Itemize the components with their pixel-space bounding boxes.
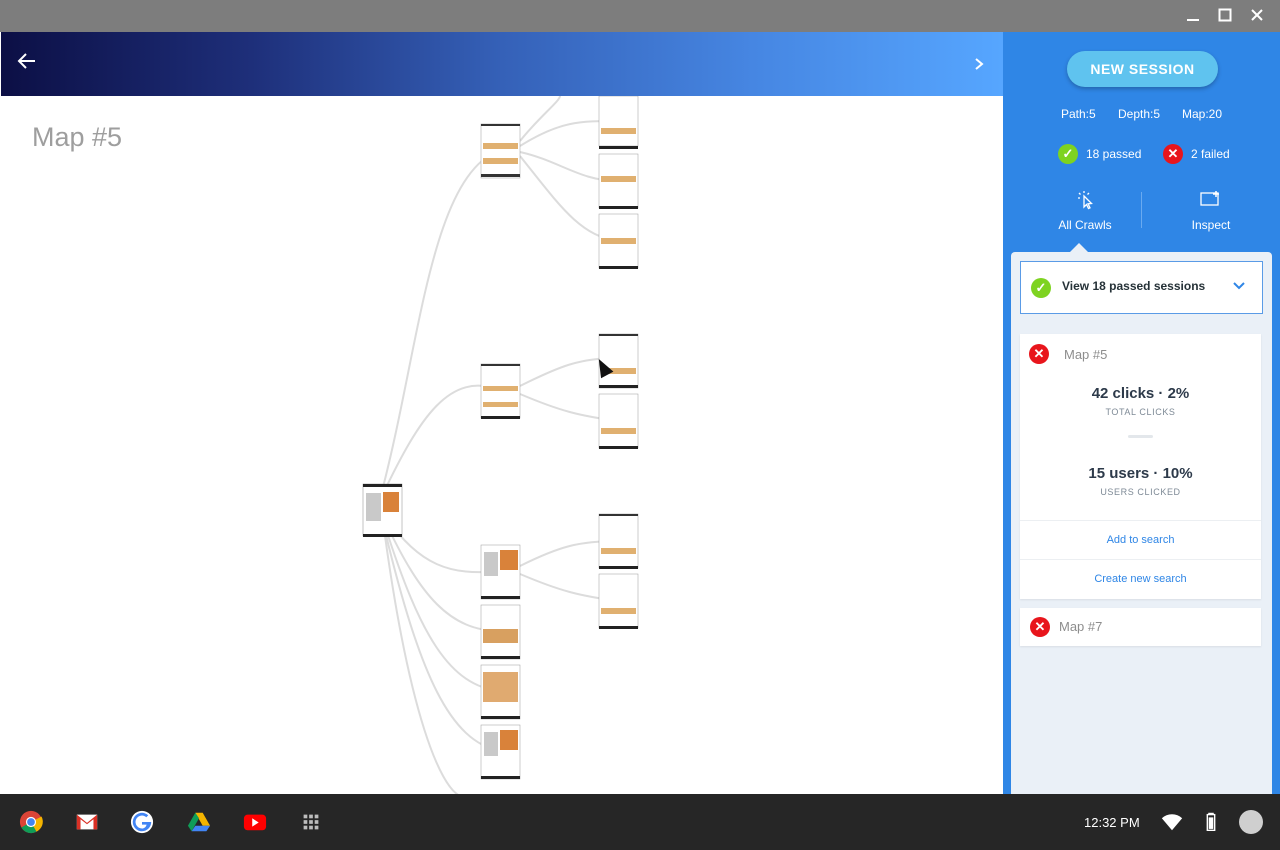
x-circle-icon: ✕ xyxy=(1029,344,1049,364)
app-header xyxy=(1,32,1003,96)
add-screen-icon xyxy=(1200,191,1219,206)
pointer-click-icon xyxy=(1078,191,1093,210)
add-to-search-link[interactable]: Add to search xyxy=(1020,520,1261,559)
wifi-icon[interactable] xyxy=(1159,810,1185,834)
path-stat: Path:5 xyxy=(1061,107,1096,121)
chrome-icon[interactable] xyxy=(18,810,44,834)
users-caption: USERS CLICKED xyxy=(1100,487,1181,497)
failed-count: 2 failed xyxy=(1191,147,1230,161)
map-canvas[interactable]: Map #5 xyxy=(0,96,1003,794)
tab-all-crawls-label: All Crawls xyxy=(1058,218,1112,232)
users-metric: 15 users · 10% USERS CLICKED xyxy=(1020,465,1261,497)
user-avatar[interactable] xyxy=(1239,810,1263,834)
tab-all-crawls[interactable]: All Crawls xyxy=(1035,190,1135,232)
depth-stat: Depth:5 xyxy=(1118,107,1161,121)
google-icon[interactable] xyxy=(129,810,155,834)
maximize-icon[interactable] xyxy=(1211,4,1239,28)
close-icon[interactable] xyxy=(1243,4,1271,28)
x-circle-icon: ✕ xyxy=(1163,144,1183,164)
app-launcher-icon[interactable] xyxy=(298,810,324,834)
window-titlebar xyxy=(0,0,1280,32)
chevron-right-icon[interactable] xyxy=(967,52,991,76)
drive-icon[interactable] xyxy=(186,810,212,834)
session-name: Map #7 xyxy=(1059,619,1103,634)
crawl-map-graph[interactable] xyxy=(0,96,1003,794)
sessions-list: ✓ View 18 passed sessions ✕ Map #5 42 cl… xyxy=(1011,252,1272,794)
check-circle-icon: ✓ xyxy=(1058,144,1078,164)
create-new-search-link[interactable]: Create new search xyxy=(1020,559,1261,598)
battery-icon[interactable] xyxy=(1198,810,1224,834)
screen: Map #5 NEW SESSION Path:5 Depth:5 Map:20… xyxy=(0,0,1280,850)
clicks-metric: 42 clicks · 2% TOTAL CLICKS xyxy=(1020,385,1261,417)
check-circle-icon: ✓ xyxy=(1031,278,1051,298)
arrow-left-icon[interactable] xyxy=(13,50,41,78)
youtube-icon[interactable] xyxy=(242,810,268,834)
minimize-icon[interactable] xyxy=(1179,4,1207,28)
clock[interactable]: 12:32 PM xyxy=(1084,815,1140,830)
graph-nodes xyxy=(362,96,639,780)
passed-sessions-label: View 18 passed sessions xyxy=(1062,279,1206,293)
session-card-map-5[interactable]: ✕ Map #5 42 clicks · 2% TOTAL CLICKS 15 … xyxy=(1020,334,1261,599)
users-value: 15 users · 10% xyxy=(1088,465,1193,482)
gmail-icon[interactable] xyxy=(74,810,100,834)
taskbar: 12:32 PM xyxy=(0,794,1280,850)
clicks-value: 42 clicks · 2% xyxy=(1091,385,1190,402)
chevron-down-icon xyxy=(1233,282,1245,290)
passed-count: 18 passed xyxy=(1086,147,1142,161)
passed-badge: ✓ 18 passed xyxy=(1058,144,1141,164)
clicks-caption: TOTAL CLICKS xyxy=(1105,407,1176,417)
session-card-map-7[interactable]: ✕ Map #7 xyxy=(1020,608,1261,646)
tab-inspect[interactable]: Inspect xyxy=(1161,190,1261,232)
map-stat: Map:20 xyxy=(1182,107,1223,121)
metric-divider xyxy=(1128,435,1153,438)
new-session-button[interactable]: NEW SESSION xyxy=(1067,51,1218,87)
failed-badge: ✕ 2 failed xyxy=(1163,144,1230,164)
tab-inspect-label: Inspect xyxy=(1191,218,1231,232)
passed-sessions-dropdown[interactable]: ✓ View 18 passed sessions xyxy=(1020,261,1263,314)
session-name: Map #5 xyxy=(1064,347,1108,362)
sessions-panel: NEW SESSION Path:5 Depth:5 Map:20 ✓ 18 p… xyxy=(1003,32,1280,794)
x-circle-icon: ✕ xyxy=(1030,617,1050,637)
tab-divider xyxy=(1141,192,1142,228)
